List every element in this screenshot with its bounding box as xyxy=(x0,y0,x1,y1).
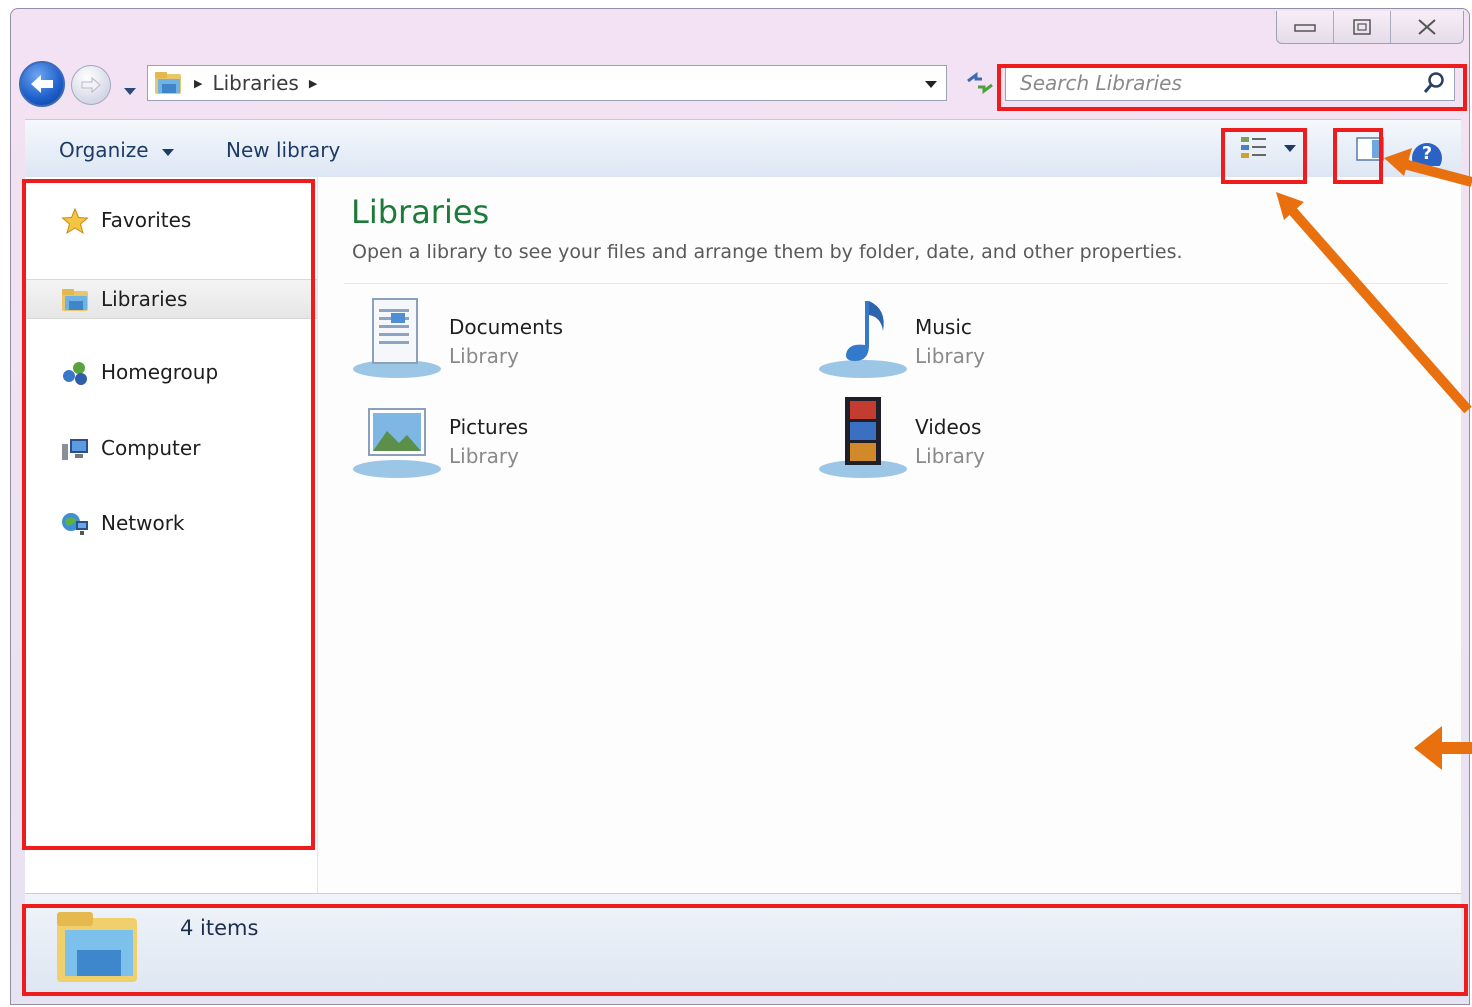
library-name: Pictures xyxy=(449,415,529,439)
libraries-icon xyxy=(62,289,88,311)
nav-item-network[interactable]: Network xyxy=(25,504,317,542)
nav-label: Network xyxy=(101,511,185,535)
nav-label: Homegroup xyxy=(101,360,219,384)
header-divider xyxy=(344,283,1448,284)
library-item-documents[interactable]: Documents Library xyxy=(351,295,671,385)
breadcrumb-separator[interactable]: ▶ xyxy=(194,77,202,90)
preview-pane-button[interactable] xyxy=(1353,132,1387,166)
library-name: Documents xyxy=(449,315,564,339)
chevron-down-icon xyxy=(161,149,174,156)
documents-library-icon xyxy=(353,298,441,378)
pictures-library-icon xyxy=(353,408,441,478)
organize-label: Organize xyxy=(59,138,149,162)
library-type: Library xyxy=(915,344,985,368)
refresh-button[interactable] xyxy=(961,65,999,101)
library-type: Library xyxy=(915,444,985,468)
chevron-down-icon xyxy=(1284,145,1296,152)
library-item-music[interactable]: Music Library xyxy=(817,295,1137,385)
preview-pane-icon xyxy=(1356,137,1384,161)
nav-item-favorites[interactable]: Favorites xyxy=(25,201,317,239)
network-icon xyxy=(62,513,88,535)
item-count: 4 items xyxy=(180,916,259,940)
nav-item-homegroup[interactable]: Homegroup xyxy=(25,353,317,391)
details-view-icon xyxy=(1241,137,1266,158)
svg-text:?: ? xyxy=(1422,143,1432,164)
explorer-window: ▶ Libraries ▶ Search Libraries Organize … xyxy=(10,8,1470,1005)
chevron-down-icon xyxy=(124,88,136,95)
library-type: Library xyxy=(449,344,519,368)
command-bar: Organize New library ? xyxy=(25,119,1461,179)
details-pane: 4 items xyxy=(25,893,1461,996)
library-item-pictures[interactable]: Pictures Library xyxy=(351,395,671,485)
minimize-button[interactable] xyxy=(1277,11,1333,43)
nav-label: Computer xyxy=(101,436,201,460)
maximize-icon xyxy=(1352,19,1371,35)
star-icon xyxy=(61,208,89,234)
organize-button[interactable]: Organize xyxy=(59,138,175,162)
music-library-icon xyxy=(819,301,907,378)
page-title: Libraries xyxy=(351,193,490,231)
content-pane: Libraries Open a library to see your fil… xyxy=(318,177,1461,893)
nav-label: Libraries xyxy=(101,287,188,311)
homegroup-icon xyxy=(63,362,87,385)
libraries-folder-icon xyxy=(155,72,181,94)
back-button[interactable] xyxy=(19,61,65,107)
caption-buttons xyxy=(1276,11,1464,44)
nav-item-computer[interactable]: Computer xyxy=(25,429,317,467)
change-view-button[interactable] xyxy=(1239,132,1309,164)
address-dropdown-icon[interactable] xyxy=(924,79,938,89)
forward-arrow-icon xyxy=(81,76,101,94)
search-icon[interactable] xyxy=(1422,71,1446,95)
breadcrumb-libraries[interactable]: Libraries xyxy=(212,71,298,95)
back-arrow-icon xyxy=(31,75,53,93)
breadcrumb-separator[interactable]: ▶ xyxy=(309,77,317,90)
videos-library-icon xyxy=(819,397,907,478)
search-input[interactable]: Search Libraries xyxy=(1005,65,1455,101)
new-library-button[interactable]: New library xyxy=(226,138,340,162)
close-button[interactable] xyxy=(1389,11,1463,43)
search-placeholder: Search Libraries xyxy=(1020,71,1182,95)
library-name: Videos xyxy=(915,415,982,439)
navigation-pane: Favorites Libraries Homegroup Computer N… xyxy=(25,177,318,893)
page-description: Open a library to see your files and arr… xyxy=(352,241,1183,263)
computer-icon xyxy=(62,439,88,460)
nav-label: Favorites xyxy=(101,208,192,232)
nav-item-libraries[interactable]: Libraries xyxy=(25,279,317,319)
address-bar[interactable]: ▶ Libraries ▶ xyxy=(147,65,947,101)
recent-pages-dropdown[interactable] xyxy=(123,81,137,100)
help-button[interactable]: ? xyxy=(1409,132,1445,166)
help-icon: ? xyxy=(1412,143,1442,166)
close-icon xyxy=(1418,19,1436,35)
refresh-icon xyxy=(967,72,993,94)
maximize-button[interactable] xyxy=(1332,11,1390,43)
libraries-folder-icon xyxy=(57,912,137,982)
library-item-videos[interactable]: Videos Library xyxy=(817,395,1137,485)
forward-button[interactable] xyxy=(71,65,111,105)
library-type: Library xyxy=(449,444,519,468)
library-name: Music xyxy=(915,315,972,339)
minimize-icon xyxy=(1294,24,1316,32)
